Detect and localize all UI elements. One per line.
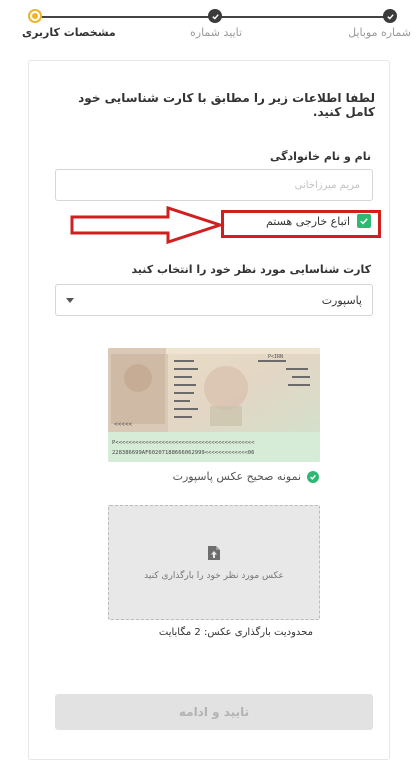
annotation-arrow-icon	[70, 205, 225, 245]
step-label-verify: تایید شماره	[190, 26, 243, 39]
sample-caption-text: نمونه صحیح عکس پاسپورت	[172, 470, 301, 483]
svg-text:<<<<<: <<<<<	[114, 421, 132, 428]
form-intro: لطفا اطلاعات زیر را مطابق با کارت شناسای…	[78, 91, 375, 119]
step-label-profile: مشخصات کاربری	[22, 26, 116, 39]
id-card-label: کارت شناسایی مورد نظر خود را انتخاب کنید	[131, 263, 371, 276]
step-label-mobile: شماره موبایل	[348, 26, 411, 39]
step-active-icon	[28, 9, 42, 23]
passport-mrz-line-2: 228386699AF60207188666062999<<<<<<<<<<<<…	[112, 450, 254, 456]
passport-mrz-line-1: P<<<<<<<<<<<<<<<<<<<<<<<<<<<<<<<<<<<<<<<…	[112, 440, 255, 446]
passport-header-code: P<IRN	[268, 354, 283, 360]
passport-sample-caption: نمونه صحیح عکس پاسپورت	[173, 470, 319, 483]
upload-file-icon	[208, 545, 220, 560]
step-done-icon	[208, 9, 222, 23]
chevron-down-icon	[66, 297, 74, 303]
id-card-select[interactable]: پاسپورت	[55, 284, 373, 316]
id-card-selected-value: پاسپورت	[321, 293, 362, 307]
passport-sample-image: <<<<< P<IRN P<<<<<<<<<<<<<<<<<<<<<<<<<<<…	[108, 348, 320, 462]
upload-size-limit: محدودیت بارگذاری عکس: 2 مگابایت	[158, 627, 313, 638]
upload-instruction: عکس مورد نظر خود را بارگذاری کنید	[144, 570, 284, 581]
full-name-input[interactable]	[55, 169, 373, 201]
name-label: نام و نام خانوادگی	[270, 150, 371, 163]
progress-stepper: شماره موبایل تایید شماره مشخصات کاربری	[0, 0, 417, 50]
step-done-icon	[383, 9, 397, 23]
check-circle-icon	[307, 470, 319, 483]
photo-upload-area[interactable]: عکس مورد نظر خود را بارگذاری کنید	[108, 505, 320, 620]
confirm-continue-button[interactable]: تایید و ادامه	[55, 694, 373, 730]
annotation-highlight-box	[221, 210, 381, 238]
profile-form-card: لطفا اطلاعات زیر را مطابق با کارت شناسای…	[28, 60, 390, 760]
